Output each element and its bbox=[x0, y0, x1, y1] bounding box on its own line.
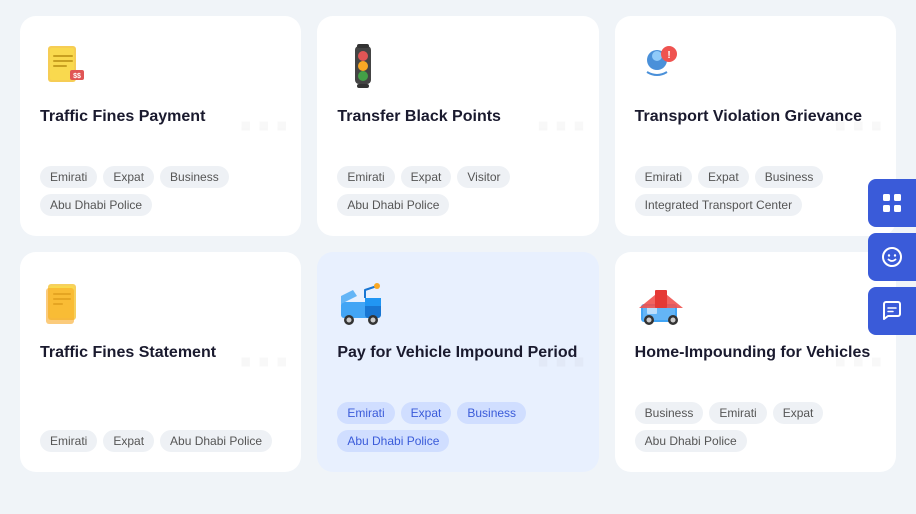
tag: Business bbox=[160, 166, 229, 188]
tag: Visitor bbox=[457, 166, 510, 188]
card-icon bbox=[337, 40, 389, 92]
tag: Expat bbox=[773, 402, 824, 424]
chat-button[interactable] bbox=[868, 287, 916, 335]
tag: Abu Dhabi Police bbox=[40, 194, 152, 216]
card-tags: BusinessEmirati Expat Abu Dhabi Police bbox=[635, 402, 876, 452]
cards-grid: ··· $$ Traffic Fines Payment EmiratiExpa… bbox=[0, 0, 916, 488]
svg-text:!: ! bbox=[667, 50, 670, 61]
card-title: Transfer Black Points bbox=[337, 106, 578, 128]
card-tags: Emirati Expat Business Abu Dhabi Police bbox=[40, 166, 281, 216]
card-icon bbox=[337, 276, 389, 328]
grid-view-button[interactable] bbox=[868, 179, 916, 227]
tag: Business bbox=[755, 166, 824, 188]
tag: Expat bbox=[698, 166, 749, 188]
tag: Expat bbox=[401, 166, 452, 188]
tag: Abu Dhabi Police bbox=[337, 194, 449, 216]
card-icon: ! bbox=[635, 40, 687, 92]
tag: Abu Dhabi Police bbox=[160, 430, 272, 452]
tag: Expat bbox=[103, 166, 154, 188]
card-title: Pay for Vehicle Impound Period bbox=[337, 342, 578, 364]
tag: Emirati bbox=[337, 402, 394, 424]
emoji-button[interactable] bbox=[868, 233, 916, 281]
tag: Abu Dhabi Police bbox=[337, 430, 449, 452]
tag: Emirati bbox=[709, 402, 766, 424]
card-traffic-fines-statement[interactable]: ··· Traffic Fines Statement EmiratiExpat… bbox=[20, 252, 301, 472]
card-title: Transport Violation Grievance bbox=[635, 106, 876, 128]
card-icon bbox=[635, 276, 687, 328]
tag: Emirati bbox=[635, 166, 692, 188]
card-transport-violation-grievance[interactable]: ··· ! Transport Violation Grievance Emir… bbox=[615, 16, 896, 236]
card-traffic-fines-payment[interactable]: ··· $$ Traffic Fines Payment EmiratiExpa… bbox=[20, 16, 301, 236]
tag: Abu Dhabi Police bbox=[635, 430, 747, 452]
tag: Expat bbox=[401, 402, 452, 424]
tag: Emirati bbox=[40, 166, 97, 188]
tag: Emirati bbox=[40, 430, 97, 452]
svg-text:$$: $$ bbox=[73, 73, 81, 80]
card-title: Home-Impounding for Vehicles bbox=[635, 342, 876, 364]
card-tags: Emirati ExpatVisitor Abu Dhabi Police bbox=[337, 166, 578, 216]
card-title: Traffic Fines Statement bbox=[40, 342, 281, 364]
sidebar-buttons bbox=[868, 179, 916, 335]
card-home-impounding-vehicles[interactable]: ··· Home-Impounding for Vehicles Busines… bbox=[615, 252, 896, 472]
tag: Business bbox=[635, 402, 704, 424]
card-tags: Emirati ExpatBusiness Abu Dhabi Police bbox=[337, 402, 578, 452]
card-pay-vehicle-impound[interactable]: ··· Pay for Vehicle Impound Period Emira… bbox=[317, 252, 598, 472]
tag: Integrated Transport Center bbox=[635, 194, 802, 216]
tag: Expat bbox=[103, 430, 154, 452]
card-icon: $$ bbox=[40, 40, 92, 92]
tag: Business bbox=[457, 402, 526, 424]
card-title: Traffic Fines Payment bbox=[40, 106, 281, 128]
card-icon bbox=[40, 276, 92, 328]
card-tags: Emirati Expat Business Integrated Transport… bbox=[635, 166, 876, 216]
card-transfer-black-points[interactable]: ··· Transfer Black Points EmiratiExpatVi… bbox=[317, 16, 598, 236]
card-tags: Emirati Expat Abu Dhabi Police bbox=[40, 430, 281, 452]
tag: Emirati bbox=[337, 166, 394, 188]
